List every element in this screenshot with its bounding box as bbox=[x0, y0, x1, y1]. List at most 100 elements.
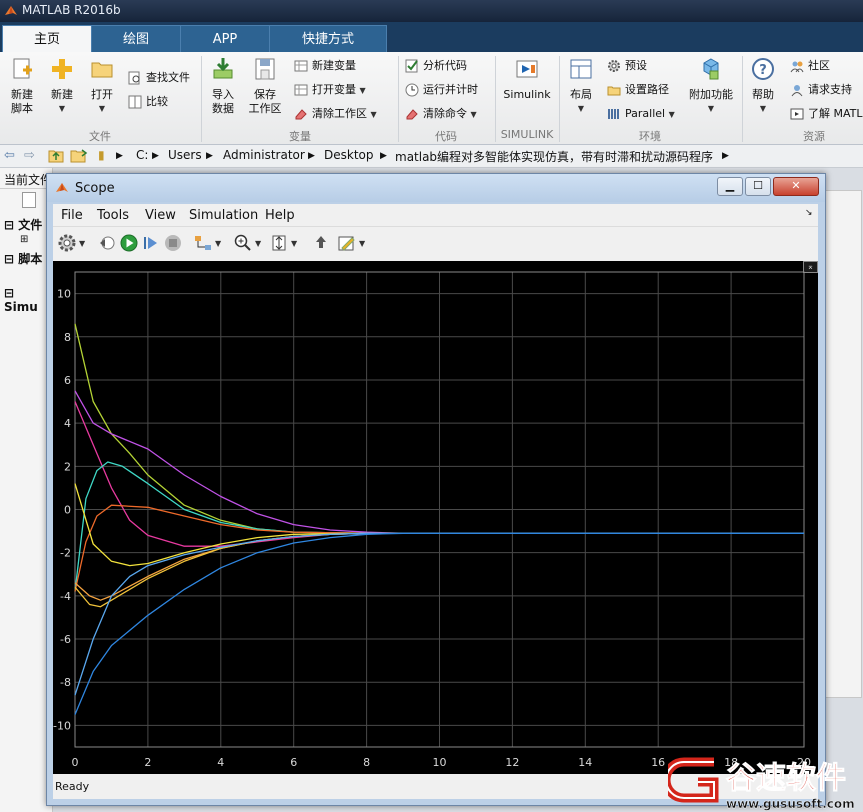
watermark-logo: 谷速软件 www.gususoft.com bbox=[668, 757, 855, 811]
minus-icon: ⊟ bbox=[4, 286, 15, 300]
help-button[interactable]: ? 帮助 ▼ bbox=[746, 56, 780, 116]
tree-section-scripts[interactable]: ⊟ 脚本 bbox=[4, 250, 42, 267]
menu-simulation[interactable]: Simulation bbox=[189, 208, 258, 223]
compare-label: 比较 bbox=[146, 95, 168, 108]
help-label: 帮助 bbox=[752, 88, 774, 101]
folder-icon bbox=[91, 62, 113, 78]
browse-folder-icon[interactable] bbox=[70, 148, 88, 163]
add-ons-button[interactable]: 附加功能 ▼ bbox=[684, 56, 738, 116]
step-forward-icon[interactable] bbox=[141, 233, 161, 253]
stop-icon[interactable] bbox=[163, 233, 183, 253]
x-tick-label: 10 bbox=[433, 756, 447, 769]
chevron-down-icon[interactable]: ▼ bbox=[215, 239, 221, 248]
clear-commands-button[interactable]: 清除命令 ▼ bbox=[405, 104, 477, 124]
compare-button[interactable]: 比较 bbox=[128, 92, 168, 112]
dock-arrow-icon[interactable]: ↘ bbox=[805, 208, 813, 218]
style-icon[interactable] bbox=[337, 233, 357, 253]
ribbon-toolstrip: 新建 脚本 新建 ▼ 打开 ▼ 查找文件 比较 文件 导入 数据 保存 工作区 … bbox=[0, 52, 863, 145]
open-label: 打开 bbox=[91, 88, 113, 101]
divider bbox=[0, 188, 52, 189]
simulink-group-label: SIMULINK bbox=[500, 128, 554, 141]
code-group-label: 代码 bbox=[435, 130, 457, 143]
autoscale-icon[interactable] bbox=[269, 233, 289, 253]
chevron-down-icon: ▼ bbox=[577, 104, 585, 113]
analyze-code-button[interactable]: 分析代码 bbox=[405, 56, 467, 76]
back-arrow-icon[interactable]: ⇦ bbox=[4, 148, 15, 163]
status-text: Ready bbox=[55, 780, 90, 793]
signal-routing-icon[interactable] bbox=[193, 233, 213, 253]
path-segment[interactable]: C: bbox=[136, 148, 148, 162]
highlight-block-icon[interactable] bbox=[311, 233, 331, 253]
new-label: 新建 bbox=[51, 88, 73, 101]
plus-icon[interactable]: ⊞ bbox=[20, 234, 28, 245]
close-button[interactable]: ✕ bbox=[773, 177, 819, 196]
path-segment[interactable]: matlab编程对多智能体实现仿真，带有时滞和扰动源码程序 bbox=[395, 148, 713, 165]
chevron-down-icon[interactable]: ▼ bbox=[79, 239, 85, 248]
scope-menu-bar: File Tools View Simulation Help ↘ bbox=[53, 204, 818, 226]
tab-plots[interactable]: 绘图 bbox=[91, 25, 181, 53]
find-files-button[interactable]: 查找文件 bbox=[128, 68, 190, 88]
scope-window: Scope ▁ ☐ ✕ File Tools View Simulation H… bbox=[46, 173, 826, 806]
menu-tools[interactable]: Tools bbox=[97, 208, 129, 223]
up-folder-icon[interactable] bbox=[48, 148, 64, 163]
zoom-in-icon[interactable] bbox=[233, 233, 253, 253]
menu-help[interactable]: Help bbox=[265, 208, 295, 223]
environment-group-label: 环境 bbox=[639, 130, 661, 143]
path-segment[interactable]: Users bbox=[168, 148, 202, 162]
community-button[interactable]: 社区 bbox=[790, 56, 830, 76]
tab-apps[interactable]: APP bbox=[180, 25, 270, 53]
minus-icon: ⊟ bbox=[4, 252, 15, 266]
clear-commands-label: 清除命令 bbox=[423, 107, 467, 120]
clear-workspace-button[interactable]: 清除工作区 ▼ bbox=[294, 104, 377, 124]
tab-home[interactable]: 主页 bbox=[2, 25, 92, 53]
tab-shortcuts[interactable]: 快捷方式 bbox=[269, 25, 387, 53]
y-tick-label: 0 bbox=[64, 504, 71, 517]
chevron-down-icon[interactable]: ▼ bbox=[291, 239, 297, 248]
menu-view[interactable]: View bbox=[145, 208, 176, 223]
scope-toolbar: ▼ ▼ ▼ ▼ ▼ bbox=[53, 226, 818, 262]
scope-title-bar[interactable]: Scope ▁ ☐ ✕ bbox=[47, 174, 825, 202]
path-segment[interactable]: Administrator bbox=[223, 148, 305, 162]
tree-section-simulink[interactable]: ⊟ Simu bbox=[4, 286, 52, 314]
app-title-bar: MATLAB R2016b bbox=[0, 0, 863, 22]
new-script-label: 新建 脚本 bbox=[11, 88, 33, 115]
forward-arrow-icon[interactable]: ⇨ bbox=[24, 148, 35, 163]
new-script-button[interactable]: 新建 脚本 bbox=[4, 56, 40, 116]
chevron-down-icon[interactable]: ▼ bbox=[255, 239, 261, 248]
path-segment[interactable]: Desktop bbox=[324, 148, 374, 162]
compare-icon bbox=[128, 95, 142, 109]
step-back-icon[interactable] bbox=[97, 233, 117, 253]
minimize-button[interactable]: ▁ bbox=[717, 177, 743, 196]
add-ons-label: 附加功能 bbox=[689, 88, 733, 101]
chevron-down-icon: ▼ bbox=[370, 110, 377, 119]
run-icon[interactable] bbox=[119, 233, 139, 253]
new-button[interactable]: 新建 ▼ bbox=[44, 56, 80, 116]
open-variable-label: 打开变量 bbox=[312, 83, 356, 96]
maximize-button[interactable]: ☐ bbox=[745, 177, 771, 196]
gear-icon[interactable] bbox=[57, 233, 77, 253]
layout-button[interactable]: 布局 ▼ bbox=[565, 56, 597, 116]
request-support-button[interactable]: 请求支持 bbox=[790, 80, 852, 100]
path-separator-icon: ▶ bbox=[206, 151, 213, 161]
simulink-button[interactable]: Simulink bbox=[500, 56, 554, 102]
x-tick-label: 6 bbox=[290, 756, 297, 769]
tree-section-files[interactable]: ⊟ 文件 bbox=[4, 216, 42, 233]
folder-path-icon bbox=[607, 86, 621, 96]
chevron-down-icon: ▼ bbox=[707, 104, 715, 113]
open-variable-button[interactable]: 打开变量 ▼ bbox=[294, 80, 366, 100]
learn-matlab-button[interactable]: 了解 MATL bbox=[790, 104, 863, 124]
address-bar: ⇦ ⇨ ▮ ▶ C: ▶ Users ▶ Administrator ▶ Des… bbox=[0, 145, 863, 168]
save-workspace-button[interactable]: 保存 工作区 bbox=[244, 56, 286, 116]
new-variable-button[interactable]: 新建变量 bbox=[294, 56, 356, 76]
preferences-button[interactable]: 预设 bbox=[607, 56, 647, 76]
run-and-time-button[interactable]: 运行并计时 bbox=[405, 80, 478, 100]
set-path-button[interactable]: 设置路径 bbox=[607, 80, 669, 100]
parallel-button[interactable]: Parallel ▼ bbox=[607, 104, 675, 124]
import-data-button[interactable]: 导入 数据 bbox=[206, 56, 240, 116]
open-button[interactable]: 打开 ▼ bbox=[84, 56, 120, 116]
simulink-icon bbox=[516, 60, 538, 78]
chevron-down-icon[interactable]: ▼ bbox=[359, 239, 365, 248]
path-separator-icon: ▶ bbox=[116, 151, 123, 161]
menu-file[interactable]: File bbox=[61, 208, 83, 223]
folder-small-icon: ▮ bbox=[98, 148, 105, 162]
